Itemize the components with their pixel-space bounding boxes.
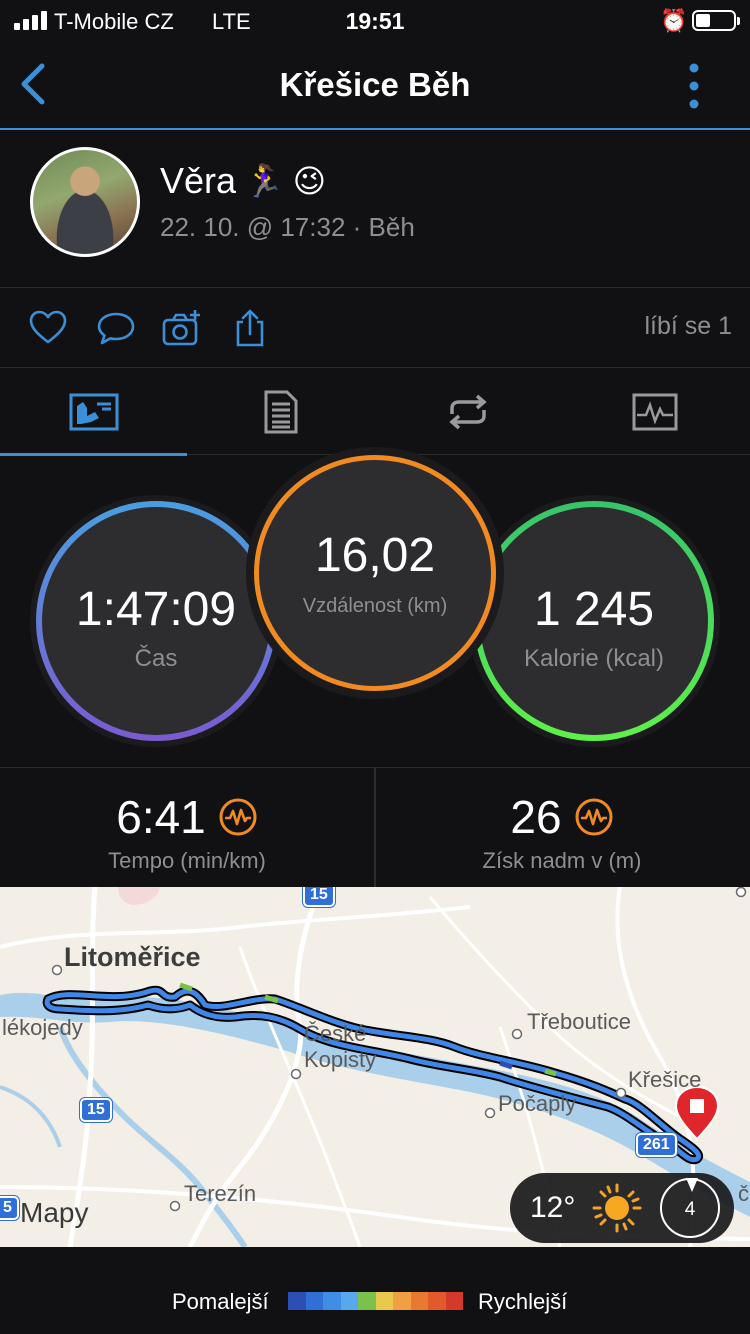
map-label-ceske: České xyxy=(304,1021,367,1046)
time-stat: 1:47:09 Čas xyxy=(36,501,276,741)
secondary-metrics: 6:41 Tempo (min/km) 26 Získ nadm v (m) xyxy=(0,767,750,888)
legend-color-bar xyxy=(288,1292,463,1310)
legend-swatch xyxy=(410,1292,428,1310)
legend-slower: Pomalejší xyxy=(172,1289,269,1314)
temperature: 12° xyxy=(530,1191,576,1224)
legend-swatch xyxy=(288,1292,306,1310)
map-label-kresice: Křešice xyxy=(628,1067,702,1092)
elevation-metric[interactable]: 26 Získ nadm v (m) xyxy=(374,768,748,888)
wind-indicator: 4 xyxy=(660,1178,720,1238)
tab-graph[interactable] xyxy=(561,368,748,455)
avatar[interactable] xyxy=(30,147,140,257)
pace-metric[interactable]: 6:41 Tempo (min/km) xyxy=(0,768,374,888)
weather-widget[interactable]: 12° 4 xyxy=(510,1173,734,1243)
clock: 19:51 xyxy=(345,8,405,34)
sun-icon xyxy=(592,1183,642,1233)
pace-value: 6:41 xyxy=(116,791,206,843)
legend-swatch xyxy=(445,1292,463,1310)
wind-direction-icon xyxy=(686,1178,698,1192)
tab-summary[interactable] xyxy=(0,368,187,456)
activity-meta: 22. 10. @ 17:32 · Běh xyxy=(160,212,415,242)
map-label-terezin: Terezín xyxy=(184,1181,257,1206)
road-shield-15-left: 15 xyxy=(80,1098,112,1122)
distance-label: Vzdálenost (km) xyxy=(302,595,448,617)
apple-maps-logo: Mapy xyxy=(20,1197,89,1228)
page-title: Křešice Běh xyxy=(279,66,471,103)
user-name: Věra xyxy=(160,160,237,201)
repeat-icon xyxy=(448,394,487,429)
legend-swatch xyxy=(428,1292,446,1310)
add-photo-icon[interactable] xyxy=(162,308,202,348)
battery-icon xyxy=(692,10,740,31)
tab-laps[interactable] xyxy=(374,368,561,455)
road-shield-261: 261 xyxy=(636,1133,677,1157)
activity-header: Věra 🏃‍♀️ 😉 22. 10. @ 17:32 · Běh xyxy=(0,130,750,288)
legend-swatch xyxy=(358,1292,376,1310)
navigation-bar: Křešice Běh xyxy=(0,42,750,130)
alarm-icon: ⏰ xyxy=(660,8,688,33)
calories-stat: 1 245 Kalorie (kcal) xyxy=(474,501,714,741)
like-heart-icon[interactable] xyxy=(28,308,68,348)
time-value: 1:47:09 xyxy=(75,582,237,636)
distance-stat: 16,02 Vzdálenost (km) xyxy=(254,455,496,691)
map-label-litomerice: Litoměřice xyxy=(64,942,201,972)
pace-label: Tempo (min/km) xyxy=(108,848,266,873)
map-label-mlekojedy: lékojedy xyxy=(2,1015,83,1040)
legend-swatch xyxy=(340,1292,358,1310)
action-bar: líbí se 1 xyxy=(0,288,750,368)
user-name-row: Věra 🏃‍♀️ 😉 xyxy=(160,160,326,202)
comment-icon[interactable] xyxy=(96,308,136,348)
more-options-icon[interactable] xyxy=(686,62,702,110)
chart-card-icon xyxy=(69,393,118,430)
elevation-value: 26 xyxy=(510,791,562,843)
tab-details[interactable] xyxy=(187,368,374,455)
map-label-treboutice: Třeboutice xyxy=(527,1009,631,1034)
time-label: Čas xyxy=(134,644,178,672)
route-map[interactable]: Litoměřice lékojedy České Kopisty Třebou… xyxy=(0,887,750,1247)
status-bar: T-Mobile CZ LTE 19:51 ⏰ xyxy=(0,0,750,42)
distance-value: 16,02 xyxy=(314,529,436,582)
elevation-label: Získ nadm v (m) xyxy=(482,848,642,873)
road-shield-15-top: 15 xyxy=(303,887,335,907)
tab-bar xyxy=(0,368,750,456)
heart-rate-icon xyxy=(575,798,613,836)
calories-value: 1 245 xyxy=(533,582,655,636)
share-icon[interactable] xyxy=(230,308,270,348)
legend-swatch xyxy=(305,1292,323,1310)
wind-speed: 4 xyxy=(684,1199,696,1220)
likes-count[interactable]: líbí se 1 xyxy=(644,312,732,341)
document-list-icon xyxy=(264,390,297,433)
calories-label: Kalorie (kcal) xyxy=(523,644,665,672)
pace-legend: Pomalejší Rychlejší xyxy=(0,1247,750,1334)
heart-rate-icon xyxy=(219,798,257,836)
legend-swatch xyxy=(375,1292,393,1310)
road-shield-5-edge: 5 xyxy=(0,1196,19,1220)
map-label-pocaply: Počaply xyxy=(498,1091,577,1116)
legend-swatch xyxy=(393,1292,411,1310)
activity-graph-icon xyxy=(632,393,677,430)
map-label-edge: č xyxy=(738,1181,749,1206)
legend-swatch xyxy=(323,1292,341,1310)
legend-faster: Rychlejší xyxy=(478,1289,568,1314)
summary-stats: 1:47:09 Čas 1 245 Kalorie (kcal) 16,02 V… xyxy=(0,455,750,767)
map-label-kopisty: Kopisty xyxy=(304,1047,377,1072)
name-emoji: 🏃‍♀️ 😉 xyxy=(244,163,327,199)
